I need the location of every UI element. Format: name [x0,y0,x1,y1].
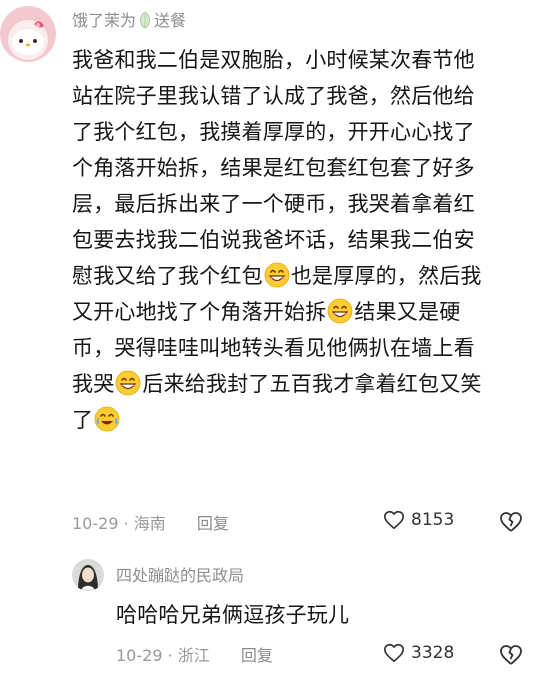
comment-text-line: 层，最后拆出来了一个硬币，我哭着拿着红 [72,192,475,216]
comment-date: 10-29 [116,646,163,665]
broken-heart-icon [500,645,522,665]
comment-location: 浙江 [177,646,210,665]
heart-outline-icon [384,643,404,663]
like-button[interactable]: 3328 [383,642,454,664]
heart-outline-icon [384,510,404,530]
leaf-icon [138,11,152,29]
tears-of-joy-emoji [94,406,120,432]
like-button[interactable]: 8153 [383,509,454,531]
comment-text-line: 我爸和我二伯是双胞胎，小时候某次春节他 [72,48,475,72]
comment-1: 饿了茉为 送餐 我爸和我二伯是双胞胎，小时候某次春节他 站在院子里我认错了认成了我爸… [0,0,547,545]
grinning-face-emoji [327,298,353,324]
grinning-face-emoji [115,370,141,396]
comment-text-line: 了我个红包，我摸着厚厚的，开开心心找了 [72,120,475,144]
comment-text-line: 慰我又给了我个红包 也是厚厚的，然后我 [72,262,482,288]
comment-text-line: 包要去找我二伯说我爸坏话，结果我二伯安 [72,228,475,252]
dislike-button[interactable] [499,643,523,667]
comment-text-line: 币，哭得哇哇叫地转头看见他俩扒在墙上看 [72,336,475,360]
broken-heart-icon [500,512,522,532]
comment-text: 哈哈哈兄弟俩逗孩子玩儿 [116,603,350,627]
like-count: 3328 [411,643,455,663]
comment-text-line: 了 [72,402,532,438]
grinning-face-emoji [264,262,290,288]
comment-2: 四处蹦跶的民政局 哈哈哈兄弟俩逗孩子玩儿 10-29 · 浙江 回复 3328 [0,545,547,680]
comment-username[interactable]: 四处蹦跶的民政局 [116,566,244,586]
comment-meta: 10-29 · 浙江 回复 [116,646,273,665]
comment-text-line: 我哭 后来给我封了五百我才拿着红包又笑 [72,370,482,396]
reply-button[interactable]: 回复 [197,514,229,533]
reply-button[interactable]: 回复 [241,646,273,665]
dislike-button[interactable] [499,510,523,534]
comment-text-line: 个角落开始拆，结果是红包套红包套了好多 [72,156,475,180]
comment-text-line: 站在院子里我认错了认成了我爸，然后他给 [72,84,475,108]
comment-text-line: 又开心地找了个角落开始拆 结果又是硬 [72,298,461,324]
comment-username[interactable]: 饿了茉为 送餐 [72,11,186,31]
comment-meta: 10-29 · 海南 回复 [72,514,229,533]
avatar[interactable] [72,559,104,591]
comment-text: 我爸和我二伯是双胞胎，小时候某次春节他 站在院子里我认错了认成了我爸，然后他给 了我… [72,42,532,438]
avatar[interactable] [0,6,56,62]
comment-date: 10-29 [72,514,119,533]
like-count: 8153 [411,510,455,530]
comment-location: 海南 [133,514,166,533]
